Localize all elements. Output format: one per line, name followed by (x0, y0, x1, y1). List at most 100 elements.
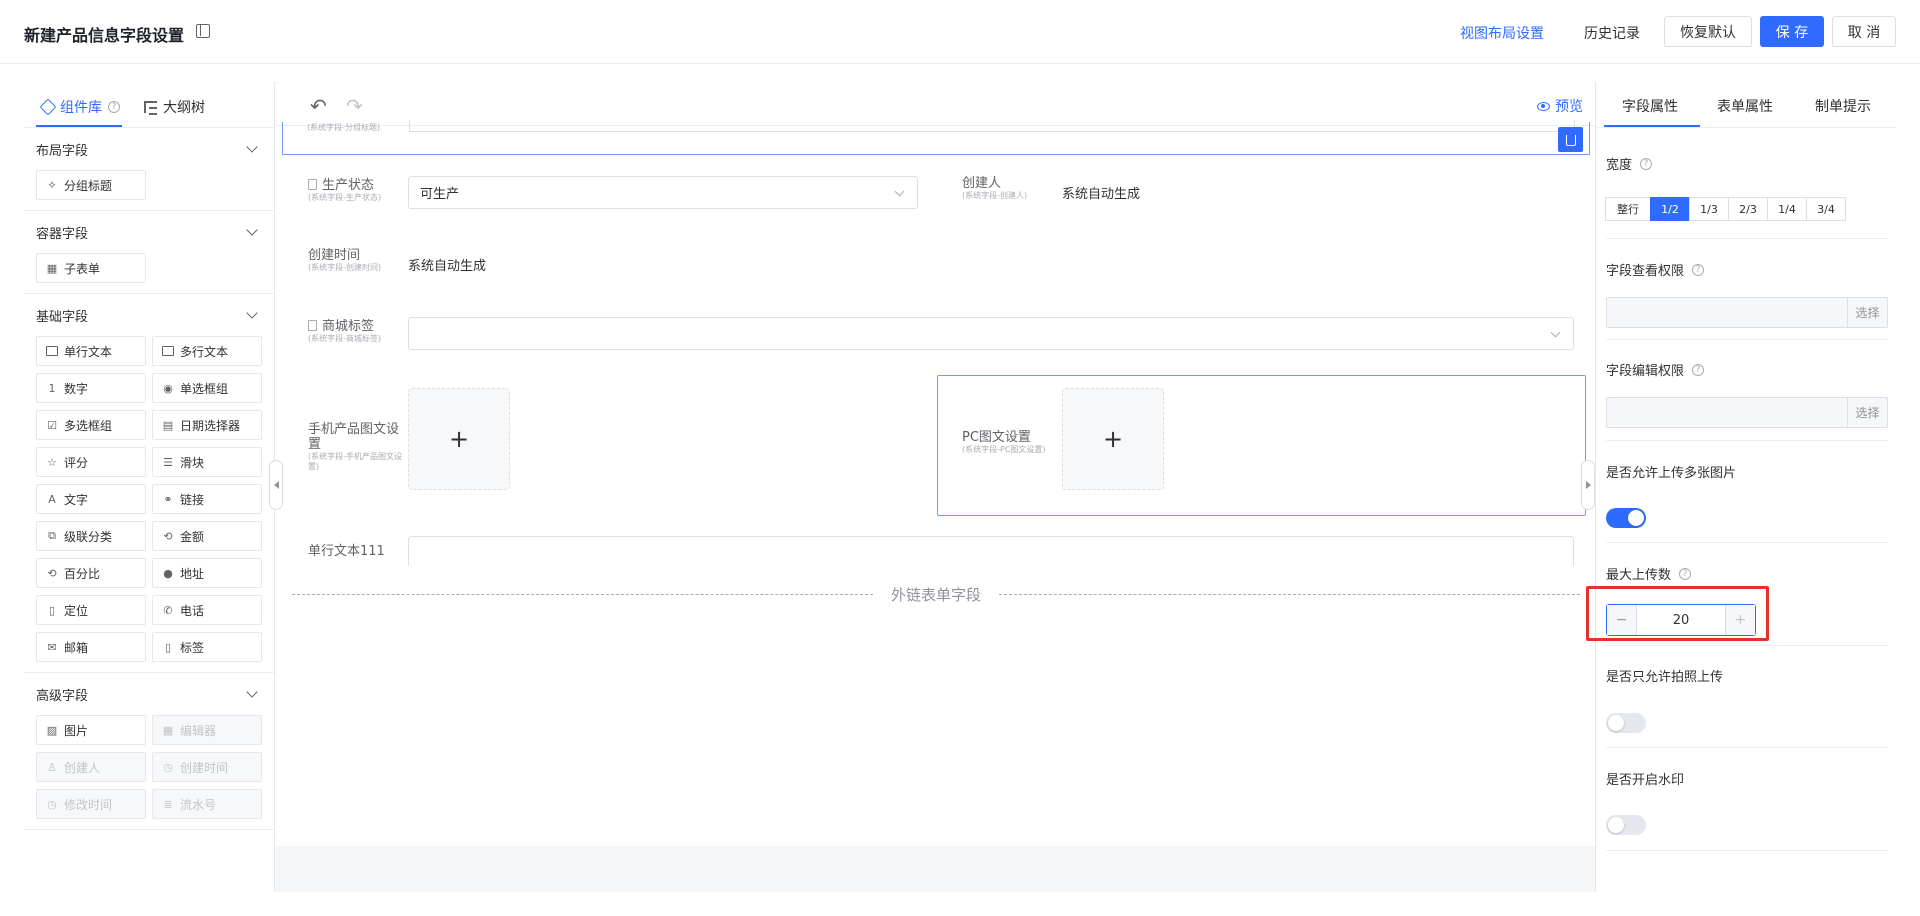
view-permission-select-button[interactable]: 选择 (1847, 298, 1887, 327)
component-label: 邮箱 (64, 640, 89, 655)
component-item[interactable]: ● 地址 (152, 558, 262, 588)
mobile-upload-button[interactable]: + (408, 388, 510, 490)
tab-components[interactable]: 组件库 ? (39, 97, 120, 117)
chevron-down-icon (246, 141, 258, 153)
selected-field-top[interactable]: (系统字段-分组标题) (282, 120, 1590, 155)
component-list: ▦ 子表单 (36, 253, 262, 283)
component-item[interactable]: ▤ 日期选择器 (152, 410, 262, 440)
component-item[interactable]: 1 数字 (36, 373, 146, 403)
layout-icon[interactable] (196, 24, 210, 38)
component-item[interactable]: ⟲ 百分比 (36, 558, 146, 588)
active-tab-indicator (36, 125, 122, 127)
mall-tag-sub: (系统字段-商城标签) (308, 334, 382, 343)
pc-upload-button[interactable]: + (1062, 388, 1164, 490)
top-header: 新建产品信息字段设置 视图布局设置 历史记录 恢复默认 保 存 取 消 (0, 0, 1920, 64)
width-option[interactable]: 3/4 (1806, 197, 1846, 221)
cancel-button[interactable]: 取 消 (1832, 16, 1896, 47)
redo-icon[interactable]: ↷ (346, 94, 363, 118)
history-link[interactable]: 历史记录 (1584, 23, 1640, 43)
width-option[interactable]: 2/3 (1728, 197, 1768, 221)
component-list: 单行文本 多行文本 1 数字 ◉ 单选框组 ☑ 多选框组 ▤ 日期选择器 ☆ 评分 ☰ 滑块 A 文字 ⚭ 链接 ⧉… (36, 336, 262, 662)
component-item[interactable]: ⧉ 级联分类 (36, 521, 146, 551)
component-label: 金额 (180, 529, 205, 544)
single-text-input[interactable] (408, 536, 1574, 566)
view-layout-link[interactable]: 视图布局设置 (1460, 23, 1544, 43)
width-option[interactable]: 整行 (1605, 197, 1651, 221)
photo-only-toggle[interactable] (1606, 713, 1646, 733)
amount-icon: ⟲ (163, 529, 173, 543)
component-item[interactable]: ▨ 图片 (36, 715, 146, 745)
form-canvas: (系统字段-分组标题) 生产状态 (系统字段-生产状态) 可生产 创建人 (系统… (276, 120, 1595, 846)
component-item[interactable]: ☰ 滑块 (152, 447, 262, 477)
component-item[interactable]: 多行文本 (152, 336, 262, 366)
cube-icon (39, 98, 57, 116)
component-item[interactable]: ▦ 子表单 (36, 253, 146, 283)
group-title: 高级字段 (36, 688, 89, 704)
component-item[interactable]: ▯ 标签 (152, 632, 262, 662)
left-tabs: 组件库 ? 大纲树 (24, 82, 274, 128)
multi-upload-label: 是否允许上传多张图片 (1606, 466, 1737, 481)
component-item[interactable]: ☑ 多选框组 (36, 410, 146, 440)
group-header[interactable]: 布局字段 (36, 128, 262, 170)
group-header[interactable]: 高级字段 (36, 673, 262, 715)
width-option[interactable]: 1/4 (1767, 197, 1807, 221)
width-label: 宽度 (1606, 158, 1633, 173)
component-item[interactable]: ☆ 评分 (36, 447, 146, 477)
component-item[interactable]: 单行文本 (36, 336, 146, 366)
watermark-toggle[interactable] (1606, 815, 1646, 835)
clock-icon: ◷ (163, 760, 173, 774)
component-item[interactable]: ⟡ 分组标题 (36, 170, 146, 200)
component-label: 多选框组 (64, 418, 113, 433)
star-icon: ☆ (47, 455, 57, 469)
width-option[interactable]: 1/2 (1650, 197, 1690, 221)
status-label: 生产状态 (322, 178, 375, 193)
eye-icon (1537, 101, 1550, 111)
tab-outline[interactable]: 大纲树 (144, 97, 205, 117)
mall-tag-select[interactable] (408, 317, 1574, 350)
field-label-single-text: 单行文本111 (308, 544, 385, 559)
undo-icon[interactable]: ↶ (310, 94, 327, 118)
help-icon: ? (108, 101, 120, 113)
restore-default-button[interactable]: 恢复默认 (1664, 16, 1752, 47)
save-button[interactable]: 保 存 (1760, 16, 1824, 47)
component-item[interactable]: ✉ 邮箱 (36, 632, 146, 662)
divider (1606, 238, 1888, 239)
tab-field-properties[interactable]: 字段属性 (1622, 96, 1678, 116)
phone-icon: ✆ (163, 603, 173, 617)
tree-icon (144, 101, 157, 115)
tab-form-properties[interactable]: 表单属性 (1717, 96, 1773, 116)
component-item[interactable]: ⟲ 金额 (152, 521, 262, 551)
edit-permission-select-button[interactable]: 选择 (1847, 398, 1887, 427)
status-select[interactable]: 可生产 (408, 176, 918, 209)
group-title-icon: ⟡ (48, 178, 56, 191)
component-label: 流水号 (180, 797, 217, 812)
multi-upload-toggle[interactable] (1606, 508, 1646, 528)
component-label: 图片 (64, 723, 89, 738)
component-label: 日期选择器 (180, 418, 241, 433)
chevron-down-icon (246, 224, 258, 236)
system-field-icon (308, 179, 317, 190)
active-tab-indicator (1604, 125, 1700, 127)
page-title: 新建产品信息字段设置 (24, 26, 185, 45)
delete-icon[interactable] (1558, 127, 1583, 152)
watermark-setting: 是否开启水印 (1606, 769, 1888, 835)
component-item[interactable]: ◉ 单选框组 (152, 373, 262, 403)
component-item[interactable]: ▯ 定位 (36, 595, 146, 625)
divider-line (999, 594, 1581, 595)
group-title: 容器字段 (36, 226, 89, 242)
width-option[interactable]: 1/3 (1689, 197, 1729, 221)
group-header[interactable]: 容器字段 (36, 211, 262, 253)
component-label: 电话 (180, 603, 205, 618)
collapse-left-handle[interactable] (269, 460, 283, 510)
component-label: 单选框组 (180, 381, 229, 396)
calendar-icon: ▤ (162, 418, 174, 432)
group-header[interactable]: 基础字段 (36, 294, 262, 336)
view-permission-label: 字段查看权限 (1606, 264, 1685, 279)
collapse-right-handle[interactable] (1581, 460, 1595, 510)
preview-button[interactable]: 预览 (1537, 96, 1583, 116)
tab-form-tips[interactable]: 制单提示 (1815, 96, 1871, 116)
component-item[interactable]: A 文字 (36, 484, 146, 514)
component-item[interactable]: ✆ 电话 (152, 595, 262, 625)
divider-line (292, 594, 873, 595)
component-item[interactable]: ⚭ 链接 (152, 484, 262, 514)
